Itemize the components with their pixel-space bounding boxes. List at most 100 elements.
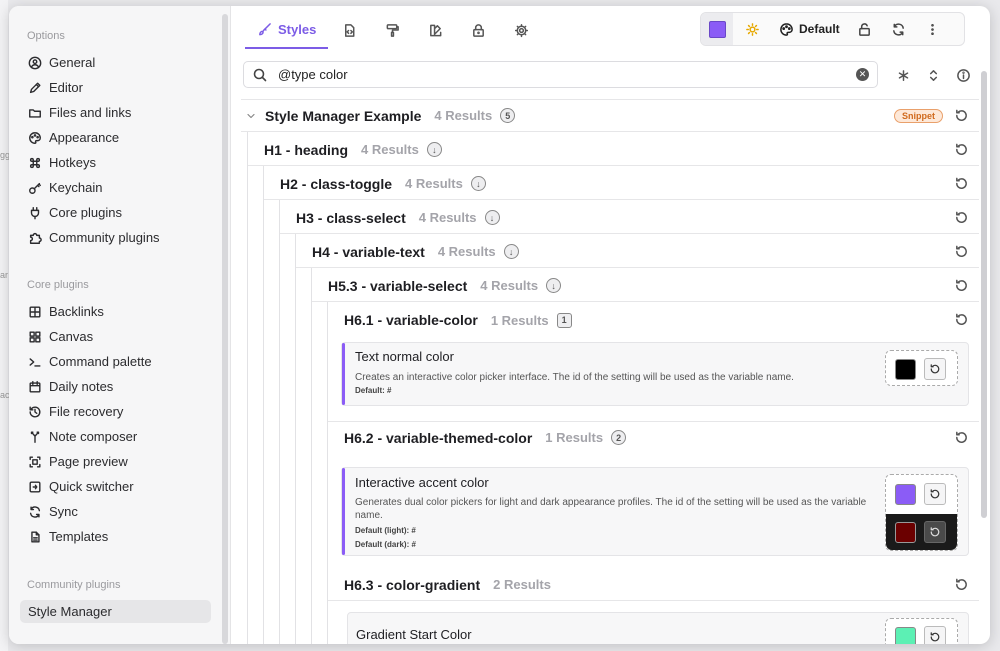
section-heading-h5[interactable]: H5.3 - variable-select 4 Results ↓ xyxy=(312,270,979,302)
reset-icon[interactable] xyxy=(954,577,969,592)
section-heading-h6-3[interactable]: H6.3 - color-gradient 2 Results xyxy=(328,569,979,601)
reset-dark-color-button[interactable] xyxy=(924,521,946,543)
asterisk-icon xyxy=(898,69,908,81)
sidebar-item-label: Hotkeys xyxy=(49,155,96,170)
tab-settings[interactable] xyxy=(500,12,543,49)
sidebar-item-core-plugins[interactable]: Core plugins xyxy=(20,201,211,224)
result-count: 4 Results xyxy=(418,210,477,225)
accent-color-button[interactable] xyxy=(701,13,733,45)
section-heading-h3[interactable]: H3 - class-select 4 Results ↓ xyxy=(280,202,979,234)
sidebar-item-sync[interactable]: Sync xyxy=(20,500,211,523)
section-title: H6.3 - color-gradient xyxy=(344,576,481,593)
sidebar-scrollbar[interactable] xyxy=(222,14,228,644)
accent-color-swatch xyxy=(708,20,726,38)
command-icon xyxy=(29,157,41,168)
sidebar-item-general[interactable]: General xyxy=(20,51,211,74)
sidebar-item-label: Note composer xyxy=(49,429,138,444)
sidebar-item-label: Canvas xyxy=(49,329,94,344)
templates-icon xyxy=(31,530,40,543)
collapse-icon[interactable]: ↓ xyxy=(546,278,562,293)
setting-card-text-normal-color: Text normal color Creates an interactive… xyxy=(341,342,969,406)
color-swatch[interactable] xyxy=(895,358,916,380)
file-code-icon xyxy=(345,24,355,37)
reset-icon[interactable] xyxy=(954,312,969,327)
calendar-icon xyxy=(29,380,41,393)
light-mode-button[interactable] xyxy=(733,13,771,45)
section-heading-root[interactable]: Style Manager Example 4 Results 5 Snippe… xyxy=(241,100,979,132)
reset-icon[interactable] xyxy=(954,430,969,445)
sidebar-item-hotkeys[interactable]: Hotkeys xyxy=(20,151,211,174)
plugin-settings-panel: Styles Default @type color ✕ Style Manag… xyxy=(231,6,990,644)
pencil-icon xyxy=(29,81,41,93)
section-title: H4 - variable-text xyxy=(312,243,425,260)
sidebar-item-daily-notes[interactable]: Daily notes xyxy=(20,375,211,398)
clear-search-icon[interactable]: ✕ xyxy=(856,68,869,81)
tab-file-code[interactable] xyxy=(328,12,371,49)
sidebar-item-page-preview[interactable]: Page preview xyxy=(20,450,211,473)
sidebar-item-files-and-links[interactable]: Files and links xyxy=(20,101,211,124)
asterisk-button[interactable] xyxy=(891,63,915,87)
section-heading-h1[interactable]: H1 - heading 4 Results ↓ xyxy=(248,134,979,166)
tab-label: Styles xyxy=(278,22,317,37)
sidebar-item-note-composer[interactable]: Note composer xyxy=(20,425,211,448)
sidebar-item-file-recovery[interactable]: File recovery xyxy=(20,400,211,423)
history-icon xyxy=(29,405,41,417)
expand-collapse-button[interactable] xyxy=(921,63,945,87)
reset-icon[interactable] xyxy=(954,244,969,259)
reset-color-button[interactable] xyxy=(924,358,946,380)
info-button[interactable] xyxy=(951,63,975,87)
sidebar-item-style-manager[interactable]: Style Manager xyxy=(20,600,211,623)
sidebar-item-command-palette[interactable]: Command palette xyxy=(20,350,211,373)
reset-icon[interactable] xyxy=(954,210,969,225)
theme-select-button[interactable]: Default xyxy=(771,13,848,45)
section-heading-h6-2[interactable]: H6.2 - variable-themed-color 1 Results 2 xyxy=(328,421,979,453)
dark-color-swatch[interactable] xyxy=(895,521,916,543)
sidebar-item-canvas[interactable]: Canvas xyxy=(20,325,211,348)
tab-styles[interactable]: Styles xyxy=(245,12,329,49)
search-input[interactable] xyxy=(276,66,856,83)
snippet-tag: Snippet xyxy=(894,109,943,123)
reset-icon[interactable] xyxy=(954,278,969,293)
sidebar-item-keychain[interactable]: Keychain xyxy=(20,176,211,199)
section-heading-h6-1[interactable]: H6.1 - variable-color 1 Results 1 xyxy=(328,304,979,336)
sidebar-item-templates[interactable]: Templates xyxy=(20,525,211,548)
main-scrollbar[interactable] xyxy=(981,71,987,518)
reset-icon xyxy=(930,364,940,374)
collapse-icon[interactable]: ↓ xyxy=(503,244,519,259)
reset-icon xyxy=(930,527,940,537)
result-badge: 1 xyxy=(556,312,572,328)
tab-paint-roller[interactable] xyxy=(371,12,414,49)
reset-icon xyxy=(930,489,940,499)
collapse-icon[interactable]: ↓ xyxy=(484,210,500,225)
result-count: 4 Results xyxy=(480,278,539,293)
sidebar-item-quick-switcher[interactable]: Quick switcher xyxy=(20,475,211,498)
sidebar-item-label: Daily notes xyxy=(49,379,114,394)
refresh-button[interactable] xyxy=(882,13,916,45)
setting-card-interactive-accent-color: Interactive accent color Generates dual … xyxy=(341,467,969,556)
sidebar-item-label: Core plugins xyxy=(49,205,122,220)
sidebar-item-backlinks[interactable]: Backlinks xyxy=(20,300,211,323)
sidebar-item-appearance[interactable]: Appearance xyxy=(20,126,211,149)
reset-icon[interactable] xyxy=(954,176,969,191)
reset-icon[interactable] xyxy=(954,142,969,157)
tab-swatch-book[interactable] xyxy=(414,12,457,49)
sidebar-item-editor[interactable]: Editor xyxy=(20,76,211,99)
color-swatch[interactable] xyxy=(895,626,916,644)
more-options-button[interactable] xyxy=(916,13,950,45)
collapse-icon[interactable]: ↓ xyxy=(470,176,486,191)
collapse-icon[interactable]: ↓ xyxy=(426,142,442,157)
sidebar-item-community-plugins[interactable]: Community plugins xyxy=(20,226,211,249)
tab-lock[interactable] xyxy=(457,12,500,49)
paint-roller-icon xyxy=(386,24,400,37)
reset-color-button[interactable] xyxy=(924,626,946,644)
light-color-swatch[interactable] xyxy=(895,483,916,505)
color-picker xyxy=(885,350,958,386)
section-heading-h2[interactable]: H2 - class-toggle 4 Results ↓ xyxy=(264,168,979,200)
switcher-icon xyxy=(29,480,41,493)
reset-icon[interactable] xyxy=(954,108,969,123)
section-heading-h4[interactable]: H4 - variable-text 4 Results ↓ xyxy=(296,236,979,268)
section-title: H6.1 - variable-color xyxy=(344,312,478,328)
reset-light-color-button[interactable] xyxy=(924,483,946,505)
palette-icon xyxy=(780,22,793,36)
unlock-button[interactable] xyxy=(848,13,882,45)
